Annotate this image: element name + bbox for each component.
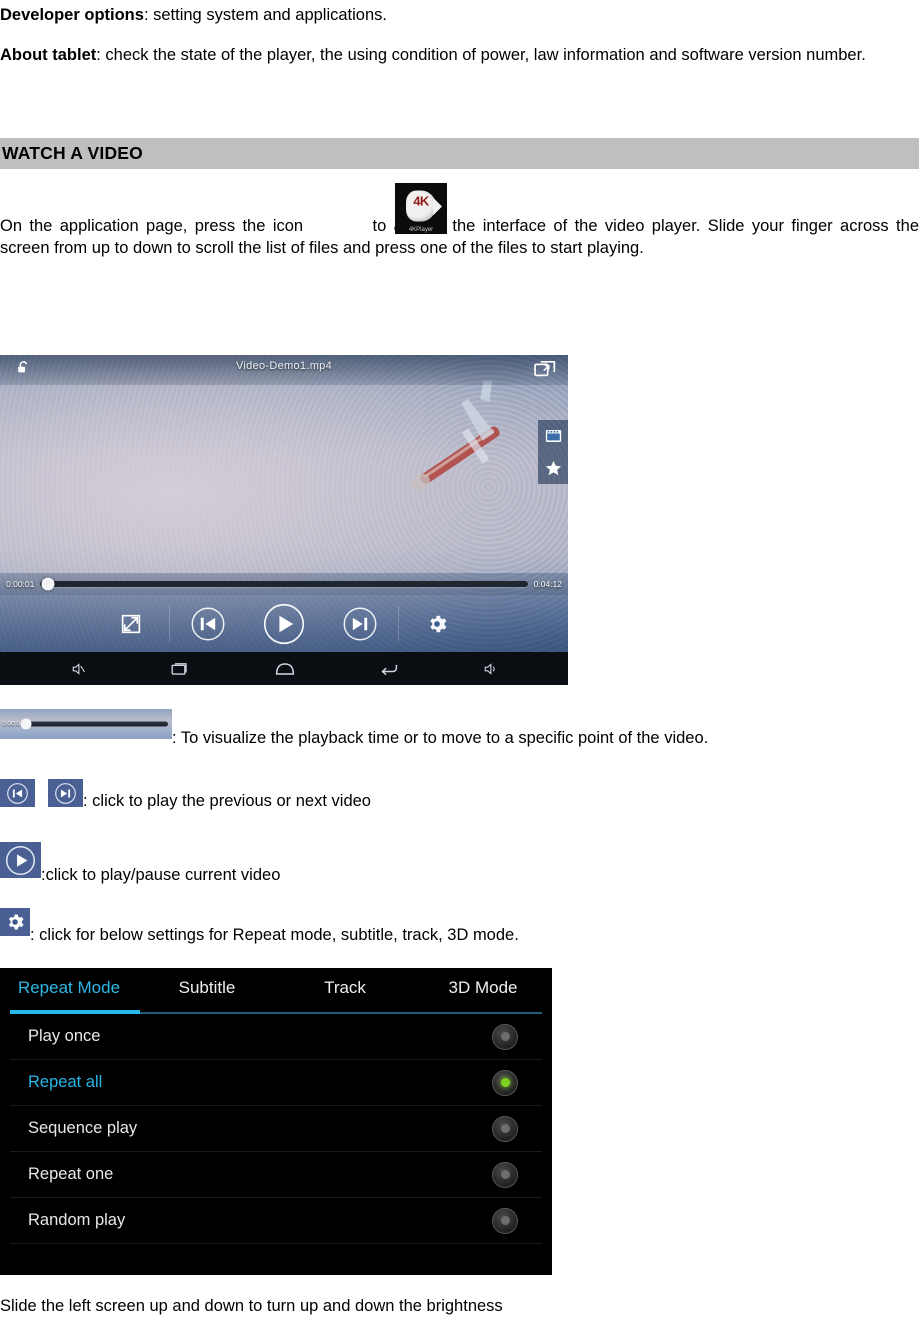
skip-previous-icon <box>191 607 225 640</box>
caption-text-3: :click to play/pause current video <box>41 866 281 884</box>
total-time-label: 0:04:12 <box>533 579 562 589</box>
skip-next-icon <box>55 782 76 804</box>
option-row-repeat-one[interactable]: Repeat one <box>10 1152 542 1198</box>
manual-page: Developer options: setting system and ap… <box>0 0 919 1319</box>
next-button[interactable] <box>322 606 398 642</box>
tab-track[interactable]: Track <box>276 978 414 1004</box>
previous-button[interactable] <box>170 606 246 642</box>
skip-previous-icon <box>7 782 28 804</box>
star-icon <box>545 460 561 476</box>
option-label: Repeat one <box>28 1165 114 1183</box>
about-tablet-label: About tablet <box>0 46 97 64</box>
option-label: Play once <box>28 1027 101 1045</box>
settings-tabs: Repeat Mode Subtitle Track 3D Mode <box>0 968 552 1014</box>
option-row-play-once[interactable]: Play once <box>10 1014 542 1060</box>
about-tablet-text: : check the state of the player, the usi… <box>96 46 866 64</box>
option-label: Random play <box>28 1211 126 1229</box>
caption-text-4: : click for below settings for Repeat mo… <box>30 926 519 944</box>
paragraph-developer-options: Developer options: setting system and ap… <box>0 4 919 26</box>
paragraph-about-tablet: About tablet: check the state of the pla… <box>0 44 919 66</box>
section-heading-label: WATCH A VIDEO <box>2 143 143 163</box>
skip-next-icon <box>343 607 377 640</box>
4k-label: 4K <box>413 193 429 209</box>
4k-player-icon: 4K 4KPlayer <box>395 183 447 234</box>
popout-window-icon[interactable] <box>534 360 556 378</box>
caption-progress-handle <box>20 718 32 730</box>
gear-icon <box>9 914 24 930</box>
player-progress-row: 0:00:01 0:04:12 <box>0 573 568 595</box>
option-row-sequence-play[interactable]: Sequence play <box>10 1106 542 1152</box>
settings-button[interactable] <box>399 613 475 635</box>
video-title: Video-Demo1.mp4 <box>235 360 332 372</box>
tab-subtitle[interactable]: Subtitle <box>138 978 276 1004</box>
caption-progress-track <box>24 721 168 727</box>
seek-bar[interactable] <box>40 577 528 591</box>
paragraph-intro: On the application page, press the icon … <box>0 215 919 259</box>
option-row-random-play[interactable]: Random play <box>10 1198 542 1244</box>
intro-text-before: On the application page, press the icon <box>0 217 304 235</box>
screenshot-icon <box>545 430 561 442</box>
caption-previous-icon <box>0 779 35 807</box>
back-icon[interactable] <box>380 662 398 676</box>
caption-play-icon <box>0 842 41 878</box>
recents-icon[interactable] <box>171 661 190 676</box>
video-player-screenshot: Video-Demo1.mp4 0:00:01 0:04:12 <box>0 355 568 685</box>
android-navigation-bar <box>0 652 568 685</box>
radio-button[interactable] <box>492 1115 518 1142</box>
tab-repeat-mode[interactable]: Repeat Mode <box>0 978 138 1004</box>
caption-text-2: : click to play the previous or next vid… <box>83 792 371 810</box>
developer-options-label: Developer options <box>0 6 144 24</box>
aspect-ratio-icon <box>121 614 141 633</box>
player-control-row <box>0 595 568 652</box>
tab-3d-mode[interactable]: 3D Mode <box>414 978 552 1004</box>
gear-icon <box>430 615 447 632</box>
favorite-button[interactable] <box>538 452 568 484</box>
option-label: Sequence play <box>28 1119 138 1137</box>
current-time-label: 0:00:01 <box>6 579 35 589</box>
option-label: Repeat all <box>28 1073 103 1091</box>
player-settings-panel: Repeat Mode Subtitle Track 3D Mode Play … <box>0 968 552 1275</box>
option-row-repeat-all[interactable]: Repeat all <box>10 1060 542 1106</box>
mute-icon[interactable] <box>71 662 86 676</box>
caption-text-1: : To visualize the playback time or to m… <box>172 729 709 747</box>
radio-button[interactable] <box>492 1207 518 1234</box>
caption-progress-bar-icon: 0:00:01 <box>0 709 172 739</box>
player-side-buttons <box>538 420 568 484</box>
caption-next-icon <box>48 779 83 807</box>
radio-button-selected[interactable] <box>492 1069 518 1096</box>
radio-button[interactable] <box>492 1023 518 1050</box>
screenshot-button[interactable] <box>538 420 568 452</box>
radio-button[interactable] <box>492 1161 518 1188</box>
section-heading-watch-a-video: WATCH A VIDEO <box>0 138 919 169</box>
aspect-ratio-button[interactable] <box>93 614 169 634</box>
closing-line: Slide the left screen up and down to tur… <box>0 1297 503 1315</box>
caption-gear-icon <box>0 908 30 936</box>
play-icon <box>5 845 36 875</box>
developer-options-text: : setting system and applications. <box>143 6 387 24</box>
4k-player-caption: 4KPlayer <box>408 227 434 233</box>
play-button[interactable] <box>246 602 322 646</box>
seek-handle[interactable] <box>41 577 55 591</box>
play-icon <box>263 603 305 644</box>
home-icon[interactable] <box>275 662 295 676</box>
volume-icon[interactable] <box>483 662 498 676</box>
